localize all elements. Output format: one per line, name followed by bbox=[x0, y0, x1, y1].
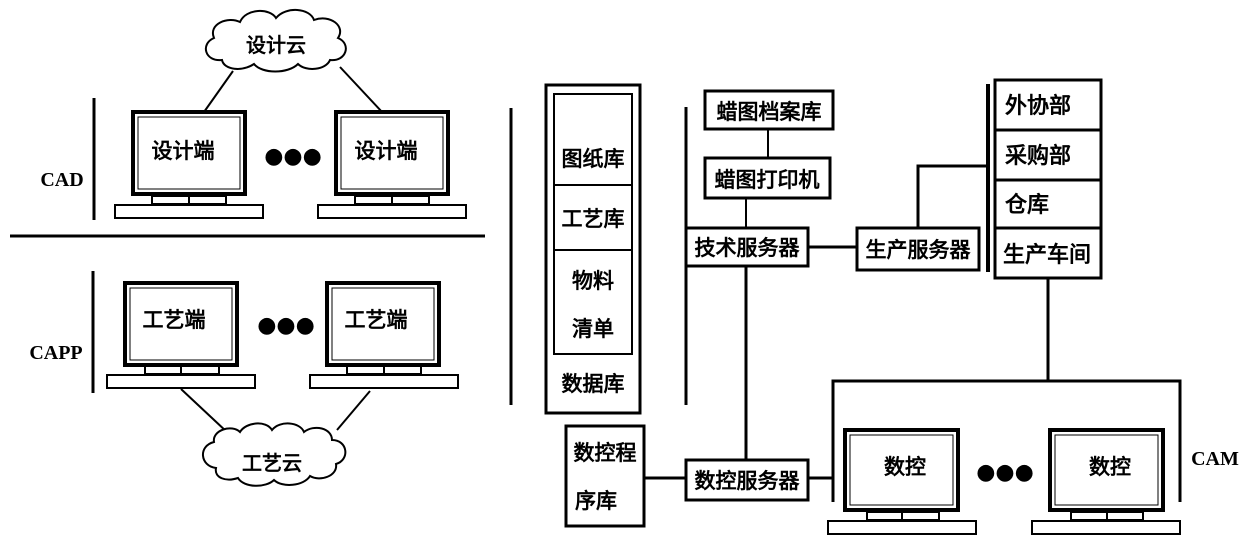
production-server-label: 生产服务器 bbox=[866, 238, 972, 262]
cad-terminal-label: 设计端 bbox=[152, 139, 215, 163]
wax-archive-label: 蜡图档案库 bbox=[717, 100, 822, 124]
tech-server-label: 技术服务器 bbox=[695, 236, 801, 260]
database: 图纸库 工艺库 物料 清单 数据库 bbox=[544, 83, 642, 415]
connector-line bbox=[180, 388, 229, 434]
wax-archive-box: 蜡图档案库 bbox=[703, 89, 835, 131]
departments: 外协部 采购部 仓库 生产车间 bbox=[993, 78, 1103, 280]
cad-section-label: CAD bbox=[40, 169, 83, 191]
capp-terminal-label: 工艺端 bbox=[143, 308, 206, 332]
cnc-terminal: 数控 bbox=[827, 428, 977, 535]
cnc-program-library-line2: 序库 bbox=[575, 489, 617, 513]
cnc-terminal-label: 数控 bbox=[884, 455, 926, 479]
database-label: 数据库 bbox=[562, 372, 625, 396]
design-cloud: 设计云 bbox=[204, 9, 347, 73]
cnc-terminal: 数控 bbox=[1031, 428, 1181, 535]
cnc-terminal-label: 数控 bbox=[1089, 455, 1131, 479]
connector-line bbox=[916, 164, 987, 228]
database-section-list: 清单 bbox=[572, 317, 614, 341]
database-section-process: 工艺库 bbox=[562, 207, 625, 231]
production-server-box: 生产服务器 bbox=[855, 226, 981, 272]
connector-line bbox=[339, 66, 383, 113]
cad-ellipsis: ●●● bbox=[264, 144, 322, 169]
system-diagram: 设计云 CAD 设计端 ●●● 设计端 CAPP 工艺端 ●●● 工艺端 工艺云… bbox=[10, 9, 1239, 535]
connector-line bbox=[203, 70, 234, 113]
tech-server-box: 技术服务器 bbox=[684, 226, 810, 268]
cnc-ellipsis: ●●● bbox=[976, 460, 1034, 485]
department-warehouse: 仓库 bbox=[1004, 192, 1049, 218]
cad-terminal: 设计端 bbox=[317, 110, 467, 219]
process-cloud: 工艺云 bbox=[202, 422, 347, 487]
cnc-server-box: 数控服务器 bbox=[684, 458, 810, 502]
wax-printer-label: 蜡图打印机 bbox=[715, 168, 820, 192]
capp-terminal-label: 工艺端 bbox=[345, 308, 408, 332]
process-cloud-label: 工艺云 bbox=[242, 451, 302, 475]
cnc-program-library-box: 数控程 序库 bbox=[564, 424, 646, 528]
wax-printer-box: 蜡图打印机 bbox=[703, 156, 832, 200]
capp-terminal: 工艺端 bbox=[309, 281, 459, 389]
capp-terminal: 工艺端 bbox=[106, 281, 256, 389]
cam-section-label: CAM bbox=[1191, 448, 1239, 470]
database-section-material: 物料 bbox=[572, 269, 614, 293]
department-outsourcing: 外协部 bbox=[1005, 93, 1071, 119]
design-cloud-label: 设计云 bbox=[246, 33, 306, 57]
cnc-program-library-line1: 数控程 bbox=[574, 441, 637, 465]
connector-line bbox=[336, 390, 371, 431]
capp-section-label: CAPP bbox=[29, 342, 82, 364]
cnc-server-label: 数控服务器 bbox=[695, 469, 801, 493]
department-workshop: 生产车间 bbox=[1003, 242, 1091, 268]
cad-terminal-label: 设计端 bbox=[355, 139, 418, 163]
cad-terminal: 设计端 bbox=[114, 110, 264, 219]
department-purchasing: 采购部 bbox=[1005, 143, 1071, 169]
capp-ellipsis: ●●● bbox=[257, 313, 315, 338]
database-section-drawings: 图纸库 bbox=[562, 147, 625, 171]
